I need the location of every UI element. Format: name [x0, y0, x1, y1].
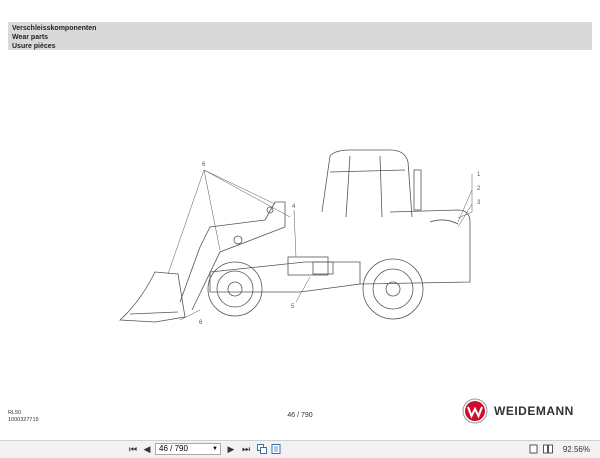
first-page-icon[interactable]: ⏮ [128, 444, 138, 455]
loader-arm [179, 201, 286, 311]
fit-page-icon[interactable] [270, 444, 281, 455]
copy-icon[interactable] [256, 444, 267, 455]
next-page-icon[interactable]: ▶ [226, 444, 236, 455]
cab-outline [321, 149, 413, 218]
header-title-de: Verschleisskomponenten [12, 25, 97, 32]
last-page-icon[interactable]: ⏭ [240, 444, 252, 455]
zoom-level[interactable]: 92.56% [563, 444, 590, 455]
viewer-toolbar: ⏮ ◀ 46 / 790 ▼ ▶ ⏭ 92.56% [0, 440, 600, 458]
front-wheel [207, 261, 263, 317]
callout-1: 1 [477, 172, 481, 178]
callout-3: 3 [477, 200, 481, 206]
page-header: Verschleisskomponenten Wear parts Usure … [8, 22, 592, 50]
callout-5: 5 [291, 304, 295, 310]
wheel-loader-drawing: 1 2 3 4 5 6 6 [119, 149, 481, 326]
brand-name: WEIDEMANN [494, 404, 574, 418]
engine-hood [359, 209, 471, 285]
weidemann-logo: WEIDEMANN [462, 398, 574, 424]
callout-6-bottom: 6 [199, 320, 203, 326]
header-title-fr: Usure pièces [12, 43, 56, 50]
rear-wheel [362, 258, 424, 320]
page-number-value: 46 / 790 [159, 444, 188, 453]
page-number-input[interactable]: 46 / 790 ▼ [155, 443, 221, 455]
header-title-en: Wear parts [12, 34, 49, 41]
bucket [119, 271, 186, 323]
chevron-down-icon[interactable]: ▼ [212, 444, 218, 454]
previous-page-icon[interactable]: ◀ [142, 444, 152, 455]
single-page-view-icon[interactable] [528, 444, 538, 455]
callout-4: 4 [292, 204, 296, 210]
weidemann-logo-icon [462, 398, 488, 424]
chassis [209, 261, 361, 293]
two-page-view-icon[interactable] [543, 444, 553, 455]
callout-2: 2 [477, 186, 481, 192]
callout-6-top: 6 [202, 162, 206, 168]
exhaust-stack [413, 169, 422, 211]
